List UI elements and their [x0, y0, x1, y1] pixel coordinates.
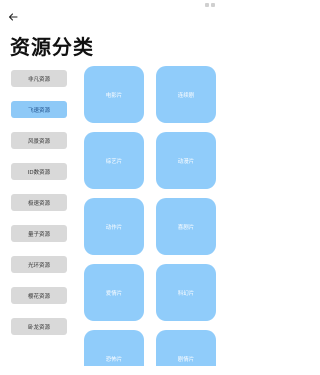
- genre-tile[interactable]: 剧情片: [156, 330, 216, 366]
- category-item[interactable]: 飞速资源: [11, 101, 67, 118]
- app-screen: 资源分类 非凡资源 飞速资源 风景资源 ID数资源 极速资源 量子资源 光环资源…: [0, 0, 225, 375]
- category-item[interactable]: 量子资源: [11, 225, 67, 242]
- genre-tile[interactable]: 爱情片: [84, 264, 144, 321]
- arrow-left-icon: [8, 13, 18, 21]
- category-item[interactable]: 卧龙资源: [11, 318, 67, 335]
- genre-tile[interactable]: 综艺片: [84, 132, 144, 189]
- genre-tile[interactable]: 科幻片: [156, 264, 216, 321]
- category-item[interactable]: 极速资源: [11, 194, 67, 211]
- category-item[interactable]: 非凡资源: [11, 70, 67, 87]
- page-title: 资源分类: [10, 35, 94, 59]
- status-bar: [0, 0, 225, 9]
- genre-tile[interactable]: 电影片: [84, 66, 144, 123]
- genre-tile[interactable]: 喜剧片: [156, 198, 216, 255]
- genre-tile[interactable]: 动漫片: [156, 132, 216, 189]
- category-item[interactable]: 樱花资源: [11, 287, 67, 304]
- genre-grid: 电影片 连续剧 综艺片 动漫片 动作片 喜剧片 爱情片 科幻片 恐怖片 剧情片: [84, 66, 216, 366]
- genre-tile[interactable]: 连续剧: [156, 66, 216, 123]
- signal-icon: [205, 2, 209, 7]
- genre-tile[interactable]: 恐怖片: [84, 330, 144, 366]
- category-item[interactable]: 风景资源: [11, 132, 67, 149]
- status-icons: [205, 2, 219, 7]
- battery-icon: [211, 2, 215, 7]
- category-item[interactable]: 光环资源: [11, 256, 67, 273]
- back-button[interactable]: [6, 10, 20, 24]
- genre-tile[interactable]: 动作片: [84, 198, 144, 255]
- category-item[interactable]: ID数资源: [11, 163, 67, 180]
